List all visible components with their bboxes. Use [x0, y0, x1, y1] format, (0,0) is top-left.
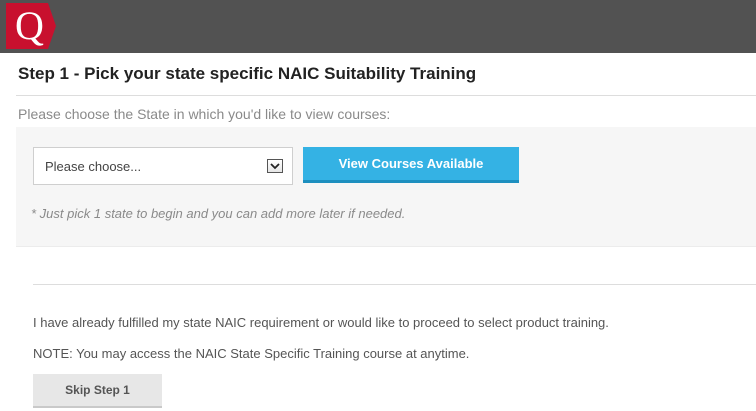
state-selection-panel: Please choose... View Courses Available …: [16, 127, 756, 247]
state-select[interactable]: Please choose...: [33, 147, 293, 185]
state-select-value: Please choose...: [45, 158, 142, 174]
top-header-bar: Q: [0, 0, 756, 53]
chevron-down-icon[interactable]: [267, 159, 283, 173]
skip-step-button[interactable]: Skip Step 1: [33, 374, 162, 408]
section-divider: [33, 284, 756, 285]
title-divider: [16, 95, 756, 96]
logo-letter: Q: [15, 3, 44, 48]
page-title: Step 1 - Pick your state specific NAIC S…: [18, 64, 477, 83]
state-note: * Just pick 1 state to begin and you can…: [31, 206, 406, 221]
naic-note-text: NOTE: You may access the NAIC State Spec…: [33, 346, 470, 361]
state-instruction: Please choose the State in which you'd l…: [18, 106, 391, 122]
view-courses-button[interactable]: View Courses Available: [303, 147, 519, 183]
fulfilled-requirement-text: I have already fulfilled my state NAIC r…: [33, 315, 609, 330]
q-logo-icon[interactable]: Q: [6, 3, 56, 49]
